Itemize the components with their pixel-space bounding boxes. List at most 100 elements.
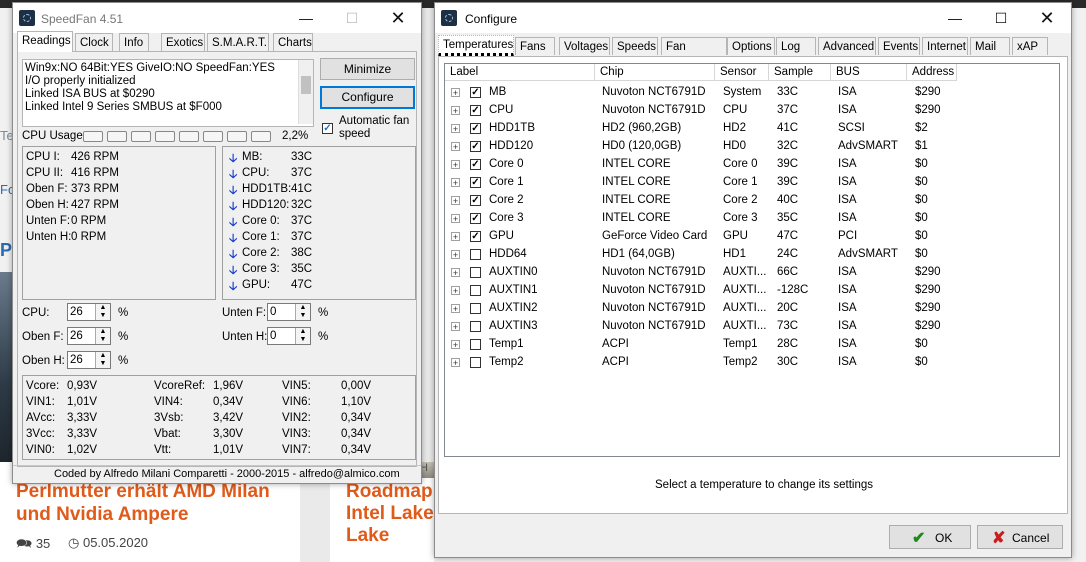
row-checkbox[interactable] [470, 339, 481, 350]
row-checkbox[interactable]: ✓ [470, 177, 481, 188]
table-row[interactable]: + AUXTIN2 Nuvoton NCT6791D AUXTI... 20C ISA $2… [445, 300, 1057, 318]
row-checkbox[interactable]: ✓ [470, 105, 481, 116]
log-scroll-thumb[interactable] [301, 76, 311, 94]
expand-icon[interactable]: + [451, 142, 460, 152]
configure-maximize-icon[interactable]: ☐ [978, 3, 1024, 33]
row-checkbox[interactable]: ✓ [470, 123, 481, 134]
table-row[interactable]: + AUXTIN0 Nuvoton NCT6791D AUXTI... 66C ISA $2… [445, 264, 1057, 282]
article-2-title-line2[interactable]: Intel Lake [346, 502, 434, 525]
table-row[interactable]: + ✓ HDD1TB HD2 (960,2GB) HD2 41C SCSI $2 [445, 120, 1057, 138]
row-checkbox[interactable]: ✓ [470, 87, 481, 98]
tab-voltages[interactable]: Voltages [559, 37, 610, 55]
expand-icon[interactable]: + [451, 214, 460, 224]
tab-advanced[interactable]: Advanced [818, 37, 876, 55]
expand-icon[interactable]: + [451, 250, 460, 260]
column-header-sample[interactable]: Sample [769, 64, 831, 81]
spin-arrows-icon[interactable]: ▲ ▼ [95, 304, 110, 320]
tab-charts[interactable]: Charts [273, 33, 313, 51]
spin-arrows-icon[interactable]: ▲ ▼ [295, 328, 310, 344]
spin-arrows-icon[interactable]: ▲ ▼ [295, 304, 310, 320]
expand-icon[interactable]: + [451, 232, 460, 242]
tab-fan-control[interactable]: Fan Control [661, 37, 727, 71]
tab-xap[interactable]: xAP [1012, 37, 1048, 55]
tab-options[interactable]: Options [727, 37, 775, 55]
expand-icon[interactable]: + [451, 178, 460, 188]
tab-internet[interactable]: Internet [922, 37, 968, 55]
row-checkbox[interactable] [470, 357, 481, 368]
cancel-button[interactable]: ✘ Cancel [977, 525, 1063, 549]
configure-button[interactable]: Configure [320, 86, 415, 109]
expand-icon[interactable]: + [451, 286, 460, 296]
expand-icon[interactable]: + [451, 196, 460, 206]
log-scrollbar[interactable] [298, 60, 313, 124]
speed-stepper[interactable]: 0 ▲ ▼ [267, 327, 311, 345]
tab-log[interactable]: Log [776, 37, 816, 55]
table-row[interactable]: + AUXTIN3 Nuvoton NCT6791D AUXTI... 73C ISA $2… [445, 318, 1057, 336]
close-window-icon[interactable]: ✕ [375, 3, 421, 33]
tab-temperatures[interactable]: Temperatures [438, 35, 514, 56]
spin-arrows-icon[interactable]: ▲ ▼ [95, 352, 110, 368]
table-row[interactable]: + ✓ Core 1 INTEL CORE Core 1 39C ISA $0 [445, 174, 1057, 192]
column-header-bus[interactable]: BUS [831, 64, 907, 81]
tab-clock[interactable]: Clock [75, 33, 113, 51]
table-row[interactable]: + Temp2 ACPI Temp2 30C ISA $0 [445, 354, 1057, 372]
column-header-chip[interactable]: Chip [595, 64, 715, 81]
tab-events[interactable]: Events [878, 37, 920, 55]
table-row[interactable]: + ✓ GPU GeForce Video Card GPU 47C PCI $0 [445, 228, 1057, 246]
row-checkbox[interactable]: ✓ [470, 213, 481, 224]
tab-speeds[interactable]: Speeds [612, 37, 658, 55]
expand-icon[interactable]: + [451, 304, 460, 314]
expand-icon[interactable]: + [451, 88, 460, 98]
expand-icon[interactable]: + [451, 268, 460, 278]
column-header-sensor[interactable]: Sensor [715, 64, 769, 81]
expand-icon[interactable]: + [451, 106, 460, 116]
expand-icon[interactable]: + [451, 322, 460, 332]
auto-fan-checkbox[interactable]: ✓ [322, 123, 333, 134]
article-1-title-line2[interactable]: und Nvidia Ampere [16, 503, 188, 526]
table-row[interactable]: + ✓ Core 3 INTEL CORE Core 3 35C ISA $0 [445, 210, 1057, 228]
expand-icon[interactable]: + [451, 124, 460, 134]
column-header-address[interactable]: Address [907, 64, 957, 81]
speed-stepper[interactable]: 0 ▲ ▼ [267, 303, 311, 321]
ok-button[interactable]: ✔ OK [889, 525, 971, 549]
table-row[interactable]: + ✓ MB Nuvoton NCT6791D System 33C ISA $290 [445, 84, 1057, 102]
maximize-window-icon[interactable]: ☐ [329, 3, 375, 33]
table-row[interactable]: + ✓ Core 2 INTEL CORE Core 2 40C ISA $0 [445, 192, 1057, 210]
speed-stepper[interactable]: 26 ▲ ▼ [67, 303, 111, 321]
tab-fans[interactable]: Fans [515, 37, 555, 55]
article-1-comments[interactable]: 🗪 35 [16, 535, 50, 557]
row-checkbox[interactable] [470, 321, 481, 332]
row-checkbox[interactable]: ✓ [470, 195, 481, 206]
table-row[interactable]: + ✓ CPU Nuvoton NCT6791D CPU 37C ISA $290 [445, 102, 1057, 120]
configure-titlebar[interactable]: Configure — ☐ ✕ [435, 3, 1071, 33]
expand-icon[interactable]: + [451, 160, 460, 170]
column-header-label[interactable]: Label [445, 64, 595, 81]
tab-mail[interactable]: Mail [970, 37, 1010, 55]
row-checkbox[interactable] [470, 249, 481, 260]
tab-info[interactable]: Info [119, 33, 149, 51]
row-checkbox[interactable]: ✓ [470, 231, 481, 242]
speedfan-titlebar[interactable]: SpeedFan 4.51 — ☐ ✕ [13, 3, 421, 33]
minimize-button[interactable]: Minimize [320, 58, 415, 80]
row-checkbox[interactable] [470, 303, 481, 314]
table-row[interactable]: + AUXTIN1 Nuvoton NCT6791D AUXTI... -128C ISA… [445, 282, 1057, 300]
table-row[interactable]: + Temp1 ACPI Temp1 28C ISA $0 [445, 336, 1057, 354]
expand-icon[interactable]: + [451, 340, 460, 350]
article-card-2[interactable]: Roadmap Intel Lake Lake [330, 478, 434, 562]
row-checkbox[interactable] [470, 267, 481, 278]
spin-arrows-icon[interactable]: ▲ ▼ [95, 328, 110, 344]
configure-minimize-icon[interactable]: — [932, 3, 978, 33]
row-checkbox[interactable]: ✓ [470, 159, 481, 170]
expand-icon[interactable]: + [451, 358, 460, 368]
tab-smart[interactable]: S.M.A.R.T. [207, 33, 269, 51]
tab-readings[interactable]: Readings [17, 31, 73, 52]
log-box[interactable]: Win9x:NO 64Bit:YES GiveIO:NO SpeedFan:YE… [22, 59, 314, 127]
table-row[interactable]: + ✓ HDD120 HD0 (120,0GB) HD0 32C AdvSMART $1 [445, 138, 1057, 156]
temperature-list[interactable]: Label Chip Sensor Sample BUS Address + ✓ M… [444, 63, 1060, 457]
row-checkbox[interactable]: ✓ [470, 141, 481, 152]
table-row[interactable]: + HDD64 HD1 (64,0GB) HD1 24C AdvSMART $0 [445, 246, 1057, 264]
configure-close-icon[interactable]: ✕ [1024, 3, 1070, 33]
speed-stepper[interactable]: 26 ▲ ▼ [67, 351, 111, 369]
tab-exotics[interactable]: Exotics [161, 33, 205, 51]
row-checkbox[interactable] [470, 285, 481, 296]
